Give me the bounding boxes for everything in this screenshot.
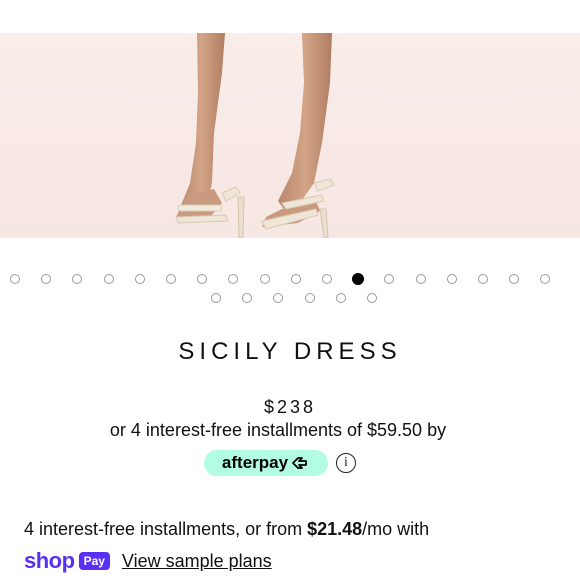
carousel-dot[interactable]	[367, 293, 377, 303]
carousel-dot[interactable]	[322, 274, 332, 284]
carousel-dot[interactable]	[446, 274, 457, 284]
shop-pay-installment-text: 4 interest-free installments, or from $2…	[24, 519, 429, 540]
carousel-dot[interactable]	[41, 274, 52, 284]
carousel-dots	[0, 272, 580, 312]
shop-pay-badge: Pay	[78, 552, 110, 570]
carousel-dot[interactable]	[273, 293, 284, 303]
carousel-dot[interactable]	[228, 274, 239, 284]
carousel-dot[interactable]	[242, 293, 253, 303]
product-image[interactable]	[0, 33, 580, 238]
shop-pay-text-prefix: 4 interest-free installments, or from	[24, 519, 308, 539]
afterpay-badge[interactable]: afterpay	[204, 450, 328, 476]
carousel-dot[interactable]	[304, 293, 315, 303]
carousel-dot[interactable]	[509, 274, 520, 284]
carousel-dot[interactable]	[335, 293, 346, 303]
carousel-dot[interactable]	[415, 274, 426, 284]
carousel-dot[interactable]	[103, 274, 114, 284]
afterpay-logo-text: afterpay	[221, 453, 289, 472]
carousel-dot[interactable]	[352, 273, 365, 285]
carousel-dot[interactable]	[134, 274, 145, 284]
afterpay-arrows-icon	[292, 457, 307, 469]
carousel-dot[interactable]	[384, 274, 395, 284]
product-page: SICILY DRESS $238 or 4 interest-free ins…	[0, 0, 580, 580]
carousel-dot[interactable]	[540, 274, 551, 284]
shop-pay-logo: shop	[24, 548, 75, 573]
shop-pay-row: shop Pay View sample plans	[24, 549, 272, 573]
carousel-dot[interactable]	[166, 274, 176, 284]
shop-pay-text-suffix: /mo with	[362, 519, 430, 539]
shop-pay-amount: $21.48	[307, 519, 363, 539]
afterpay-row: afterpay i	[204, 450, 356, 476]
carousel-dot[interactable]	[197, 274, 208, 284]
carousel-dot[interactable]	[290, 274, 301, 284]
carousel-dot[interactable]	[72, 274, 83, 284]
sandals-illustration	[175, 33, 335, 238]
product-price: $238	[263, 397, 317, 417]
carousel-dot[interactable]	[259, 274, 270, 284]
info-icon[interactable]: i	[336, 453, 356, 473]
carousel-dot[interactable]	[478, 274, 488, 284]
product-title: SICILY DRESS	[178, 338, 402, 365]
carousel-dot[interactable]	[211, 293, 221, 303]
view-sample-plans-link[interactable]: View sample plans	[122, 551, 272, 572]
carousel-dot[interactable]	[10, 274, 20, 284]
afterpay-installment-text: or 4 interest-free installments of $59.5…	[109, 420, 447, 440]
